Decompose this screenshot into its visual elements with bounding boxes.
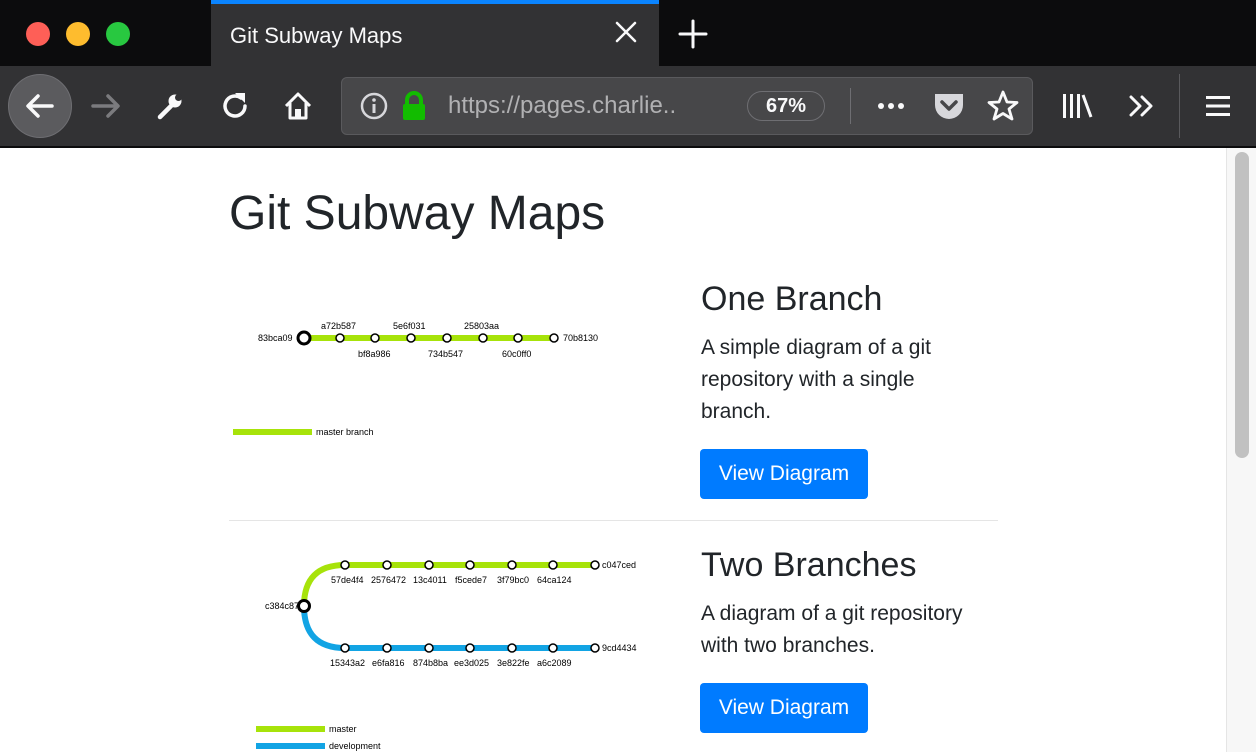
commit-node bbox=[548, 643, 558, 653]
plus-icon[interactable] bbox=[676, 17, 710, 51]
commit-node bbox=[548, 560, 558, 570]
tab-git-subway-maps[interactable]: Git Subway Maps bbox=[211, 0, 659, 66]
commit-node bbox=[370, 333, 380, 343]
commit-label: bf8a986 bbox=[358, 349, 391, 359]
menu-icon bbox=[1206, 96, 1230, 116]
commit-node bbox=[590, 643, 600, 653]
commit-node bbox=[442, 333, 452, 343]
commit-label: e6fa816 bbox=[372, 658, 405, 668]
library-icon bbox=[1063, 94, 1093, 118]
forward-button[interactable] bbox=[86, 88, 126, 124]
zoom-indicator[interactable]: 67% bbox=[747, 91, 825, 121]
commit-label: a6c2089 bbox=[537, 658, 572, 668]
commit-label: 734b547 bbox=[428, 349, 463, 359]
commit-label: 57de4f4 bbox=[331, 575, 364, 585]
legend-label: master bbox=[329, 724, 357, 734]
pocket-icon[interactable] bbox=[932, 90, 966, 122]
commit-node bbox=[507, 643, 517, 653]
commit-label: c047ced bbox=[602, 560, 636, 570]
close-window-button[interactable] bbox=[26, 22, 50, 46]
minimize-window-button[interactable] bbox=[66, 22, 90, 46]
root-commit-node bbox=[296, 330, 312, 346]
close-icon[interactable] bbox=[613, 19, 639, 45]
development-branch-line bbox=[301, 605, 595, 651]
scrollbar-thumb[interactable] bbox=[1235, 152, 1249, 458]
overflow-chevron-icon bbox=[1129, 95, 1153, 117]
commit-node bbox=[424, 560, 434, 570]
commit-node bbox=[424, 643, 434, 653]
reload-icon bbox=[223, 93, 247, 118]
url-bar[interactable]: https://pages.charlie... 67% bbox=[341, 77, 1033, 135]
commit-label: 3f79bc0 bbox=[497, 575, 529, 585]
home-button[interactable] bbox=[279, 88, 317, 124]
url-bar-divider bbox=[850, 88, 851, 124]
commit-label: 15343a2 bbox=[330, 658, 365, 668]
commit-label: 25803aa bbox=[464, 321, 499, 331]
commit-node bbox=[513, 333, 523, 343]
commit-label: 60c0ff0 bbox=[502, 349, 531, 359]
commit-label: 64ca124 bbox=[537, 575, 572, 585]
lock-icon[interactable] bbox=[400, 90, 428, 122]
library-button[interactable] bbox=[1058, 88, 1096, 124]
legend-label: master branch bbox=[316, 427, 374, 437]
commit-label: a72b587 bbox=[321, 321, 356, 331]
view-diagram-button[interactable]: View Diagram bbox=[700, 683, 868, 733]
overflow-button[interactable] bbox=[1124, 88, 1160, 124]
info-icon[interactable] bbox=[360, 92, 388, 120]
commit-label: 9cd4434 bbox=[602, 643, 637, 653]
home-icon bbox=[284, 92, 312, 120]
commit-node bbox=[549, 333, 559, 343]
zoom-window-button[interactable] bbox=[106, 22, 130, 46]
commit-label: c384c87 bbox=[265, 601, 299, 611]
vertical-scrollbar[interactable] bbox=[1226, 148, 1256, 752]
commit-label: 5e6f031 bbox=[393, 321, 426, 331]
commit-node bbox=[406, 333, 416, 343]
commit-node bbox=[478, 333, 488, 343]
root-commit-node bbox=[297, 599, 311, 613]
back-arrow-icon bbox=[26, 94, 54, 118]
commit-node bbox=[382, 560, 392, 570]
commit-node bbox=[340, 560, 350, 570]
master-branch-line bbox=[301, 562, 595, 607]
commit-node bbox=[382, 643, 392, 653]
tab-title: Git Subway Maps bbox=[230, 23, 403, 48]
commit-node bbox=[507, 560, 517, 570]
view-diagram-button[interactable]: View Diagram bbox=[700, 449, 868, 499]
star-icon[interactable] bbox=[986, 89, 1020, 123]
menu-button[interactable] bbox=[1200, 88, 1236, 124]
wrench-icon bbox=[157, 94, 182, 120]
two-branches-diagram: c384c87 57de4f4 2576472 13c4011 f5cede7 … bbox=[256, 560, 637, 751]
commit-label: ee3d025 bbox=[454, 658, 489, 668]
commit-node bbox=[340, 643, 350, 653]
toolbar-divider bbox=[1179, 74, 1180, 138]
commit-label: 13c4011 bbox=[413, 575, 447, 585]
commit-node bbox=[465, 643, 475, 653]
card-description: A diagram of a git repository with two b… bbox=[701, 602, 963, 657]
back-button[interactable] bbox=[8, 74, 72, 138]
customize-button[interactable] bbox=[152, 88, 188, 124]
title-bar: Git Subway Maps bbox=[0, 0, 1256, 66]
card-title: Two Branches bbox=[701, 546, 917, 584]
commit-label: 874b8ba bbox=[413, 658, 448, 668]
card-description: A simple diagram of a git repository wit… bbox=[701, 336, 931, 423]
commit-label: 83bca09 bbox=[258, 333, 293, 343]
commit-label: 3e822fe bbox=[497, 658, 530, 668]
reload-button[interactable] bbox=[216, 88, 254, 124]
forward-arrow-icon bbox=[91, 94, 120, 118]
commit-label: 70b8130 bbox=[563, 333, 598, 343]
commit-label: f5cede7 bbox=[455, 575, 487, 585]
commit-node bbox=[590, 560, 600, 570]
legend-label: development bbox=[329, 741, 381, 751]
commit-node bbox=[465, 560, 475, 570]
more-icon[interactable] bbox=[873, 92, 909, 120]
one-branch-diagram: 83bca09 a72b587 5e6f031 25803aa bf8a986 … bbox=[233, 321, 598, 437]
card-divider bbox=[229, 520, 998, 521]
page-title: Git Subway Maps bbox=[229, 187, 606, 240]
navigation-toolbar: https://pages.charlie... 67% bbox=[0, 66, 1256, 148]
card-title: One Branch bbox=[701, 280, 883, 318]
commit-node bbox=[335, 333, 345, 343]
url-text[interactable]: https://pages.charlie... bbox=[448, 92, 678, 120]
commit-label: 2576472 bbox=[371, 575, 406, 585]
page-content: Git Subway Maps 83bca09 a72b587 5e6f031 … bbox=[0, 148, 1226, 752]
